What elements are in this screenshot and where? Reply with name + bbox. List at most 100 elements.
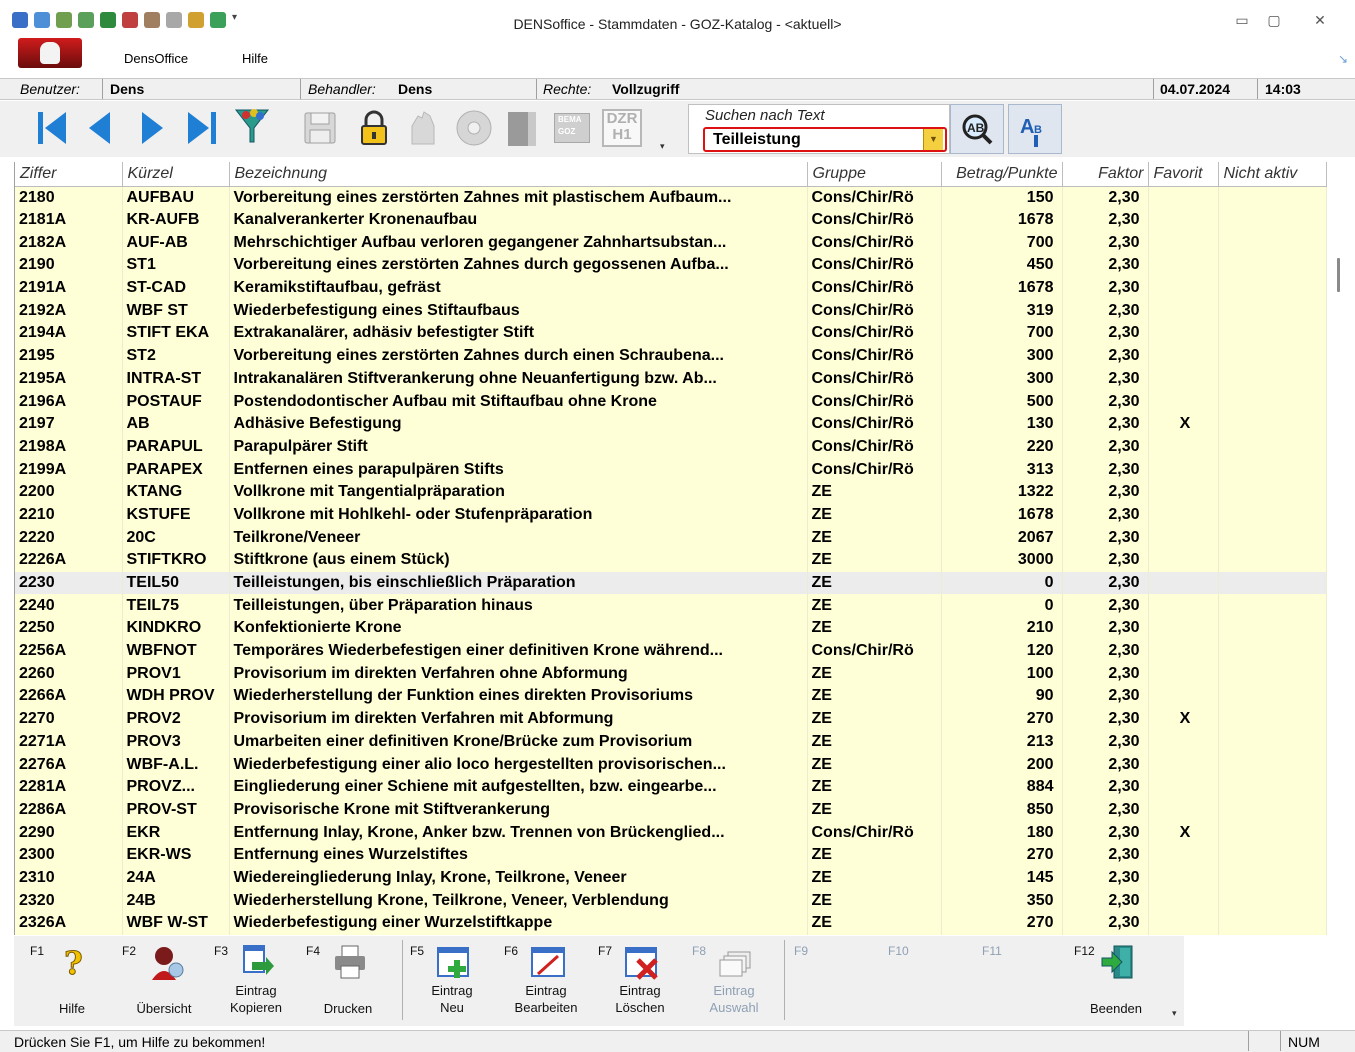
cell-favorit[interactable] bbox=[1148, 775, 1219, 799]
f1-help-button[interactable]: F1 ? Hilfe bbox=[26, 936, 118, 1024]
cell-nicht-aktiv[interactable] bbox=[1218, 730, 1327, 754]
cell-kuerzel[interactable]: PROV1 bbox=[122, 662, 230, 686]
cell-ziffer[interactable]: 2192A bbox=[15, 299, 123, 323]
cell-betrag[interactable]: 450 bbox=[941, 254, 1063, 277]
cell-gruppe[interactable]: ZE bbox=[807, 798, 942, 822]
table-row[interactable]: 2226A STIFTKRO Stiftkrone (aus einem Stück… bbox=[15, 549, 1327, 572]
cell-bezeichnung[interactable]: Wiederbefestigung eines Stiftaufbaus bbox=[229, 299, 808, 323]
cell-betrag[interactable]: 270 bbox=[941, 843, 1063, 867]
f6-edit-entry-button[interactable]: F6 Eintrag Bearbeiten bbox=[500, 936, 592, 1024]
cell-gruppe[interactable]: ZE bbox=[807, 662, 942, 686]
cell-kuerzel[interactable]: EKR-WS bbox=[122, 843, 230, 867]
cell-nicht-aktiv[interactable] bbox=[1218, 526, 1327, 549]
cell-faktor[interactable]: 2,30 bbox=[1062, 730, 1149, 754]
cell-betrag[interactable]: 319 bbox=[941, 299, 1063, 323]
cell-kuerzel[interactable]: AUF-AB bbox=[122, 231, 230, 255]
table-row[interactable]: 2198A PARAPUL Parapulpärer Stift Cons/Chir/… bbox=[15, 435, 1327, 459]
cell-betrag[interactable]: 2067 bbox=[941, 526, 1063, 549]
cell-gruppe[interactable]: Cons/Chir/Rö bbox=[807, 458, 942, 481]
cell-betrag[interactable]: 850 bbox=[941, 798, 1063, 822]
cell-ziffer[interactable]: 2181A bbox=[15, 208, 123, 232]
cell-betrag[interactable]: 1678 bbox=[941, 503, 1063, 527]
cell-bezeichnung[interactable]: Kanalverankerter Kronenaufbau bbox=[229, 208, 808, 232]
table-row[interactable]: 2256A WBFNOT Temporäres Wiederbefestigen e… bbox=[15, 639, 1327, 663]
cell-ziffer[interactable]: 2199A bbox=[15, 458, 123, 481]
cell-bezeichnung[interactable]: Mehrschichtiger Aufbau verloren gegangen… bbox=[229, 231, 808, 255]
cell-kuerzel[interactable]: PROV3 bbox=[122, 730, 230, 754]
cell-favorit[interactable] bbox=[1148, 889, 1219, 912]
fkeys-overflow-icon[interactable]: ▾ bbox=[1172, 1008, 1177, 1019]
table-row[interactable]: 2182A AUF-AB Mehrschichtiger Aufbau verlor… bbox=[15, 231, 1327, 255]
cell-faktor[interactable]: 2,30 bbox=[1062, 186, 1149, 209]
cell-betrag[interactable]: 0 bbox=[941, 594, 1063, 618]
cell-kuerzel[interactable]: KTANG bbox=[122, 480, 230, 504]
cell-betrag[interactable]: 270 bbox=[941, 707, 1063, 731]
cell-favorit[interactable] bbox=[1148, 526, 1219, 549]
cell-bezeichnung[interactable]: Vollkrone mit Tangentialpräparation bbox=[229, 480, 808, 504]
disc-button[interactable] bbox=[452, 105, 496, 151]
cell-faktor[interactable]: 2,30 bbox=[1062, 254, 1149, 277]
table-row[interactable]: 2281A PROVZ... Eingliederung einer Schiene… bbox=[15, 775, 1327, 799]
cell-ziffer[interactable]: 2191A bbox=[15, 276, 123, 300]
table-row[interactable]: 2199A PARAPEX Entfernen eines parapulpären… bbox=[15, 458, 1327, 481]
cell-bezeichnung[interactable]: Vorbereitung eines zerstörten Zahnes dur… bbox=[229, 344, 808, 368]
search-text-button[interactable]: AB bbox=[950, 104, 1004, 154]
cell-favorit[interactable] bbox=[1148, 344, 1219, 368]
cell-nicht-aktiv[interactable] bbox=[1218, 594, 1327, 618]
table-row[interactable]: 2220 20C Teilkrone/Veneer ZE 2067 2,30 bbox=[15, 526, 1327, 549]
cell-betrag[interactable]: 150 bbox=[941, 186, 1063, 209]
cell-faktor[interactable]: 2,30 bbox=[1062, 526, 1149, 549]
cell-gruppe[interactable]: ZE bbox=[807, 866, 942, 890]
save-button[interactable] bbox=[298, 105, 342, 151]
cell-ziffer[interactable]: 2182A bbox=[15, 231, 123, 255]
cell-betrag[interactable]: 120 bbox=[941, 639, 1063, 663]
cell-ziffer[interactable]: 2200 bbox=[15, 480, 123, 504]
cell-betrag[interactable]: 300 bbox=[941, 344, 1063, 368]
f9-button[interactable]: F9 bbox=[790, 936, 882, 1024]
cell-kuerzel[interactable]: WBF-A.L. bbox=[122, 753, 230, 776]
cell-kuerzel[interactable]: POSTAUF bbox=[122, 390, 230, 413]
cell-favorit[interactable] bbox=[1148, 866, 1219, 890]
table-row[interactable]: 2270 PROV2 Provisorium im direkten Verfahr… bbox=[15, 707, 1327, 731]
cell-bezeichnung[interactable]: Provisorium im direkten Verfahren ohne A… bbox=[229, 662, 808, 686]
maximize-button[interactable]: ▢ bbox=[1262, 12, 1286, 29]
last-record-button[interactable] bbox=[180, 105, 224, 151]
ribbon-expand-icon[interactable]: ↘ bbox=[1338, 52, 1348, 66]
cell-favorit[interactable] bbox=[1148, 322, 1219, 345]
cell-bezeichnung[interactable]: Entfernung eines Wurzelstiftes bbox=[229, 843, 808, 867]
cell-nicht-aktiv[interactable] bbox=[1218, 685, 1327, 708]
cell-betrag[interactable]: 1678 bbox=[941, 208, 1063, 232]
cell-kuerzel[interactable]: WDH PROV bbox=[122, 685, 230, 708]
cell-ziffer[interactable]: 2210 bbox=[15, 503, 123, 527]
cell-bezeichnung[interactable]: Extrakanalärer, adhäsiv befestigter Stif… bbox=[229, 322, 808, 345]
cell-ziffer[interactable]: 2197 bbox=[15, 412, 123, 436]
table-row[interactable]: 2197 AB Adhäsive Befestigung Cons/Chir/Rö 13… bbox=[15, 412, 1327, 436]
cell-ziffer[interactable]: 2270 bbox=[15, 707, 123, 731]
cell-betrag[interactable]: 3000 bbox=[941, 549, 1063, 572]
cell-gruppe[interactable]: ZE bbox=[807, 503, 942, 527]
cell-betrag[interactable]: 1322 bbox=[941, 480, 1063, 504]
cell-ziffer[interactable]: 2240 bbox=[15, 594, 123, 618]
cell-betrag[interactable]: 700 bbox=[941, 322, 1063, 345]
cell-kuerzel[interactable]: TEIL75 bbox=[122, 594, 230, 618]
cell-bezeichnung[interactable]: Wiederbefestigung einer alio loco herges… bbox=[229, 753, 808, 776]
cell-favorit[interactable] bbox=[1148, 231, 1219, 255]
cell-kuerzel[interactable]: WBF W-ST bbox=[122, 912, 230, 935]
filter-button[interactable] bbox=[230, 105, 274, 151]
cell-betrag[interactable]: 200 bbox=[941, 753, 1063, 776]
cell-bezeichnung[interactable]: Vorbereitung eines zerstörten Zahnes dur… bbox=[229, 254, 808, 277]
cell-gruppe[interactable]: ZE bbox=[807, 617, 942, 640]
column-header-betrag[interactable]: Betrag/Punkte bbox=[941, 162, 1063, 187]
cell-kuerzel[interactable]: AB bbox=[122, 412, 230, 436]
cell-nicht-aktiv[interactable] bbox=[1218, 344, 1327, 368]
cell-kuerzel[interactable]: WBF ST bbox=[122, 299, 230, 323]
cell-favorit[interactable] bbox=[1148, 571, 1219, 595]
cell-kuerzel[interactable]: 24A bbox=[122, 866, 230, 890]
cell-nicht-aktiv[interactable] bbox=[1218, 367, 1327, 391]
cell-bezeichnung[interactable]: Provisorische Krone mit Stiftverankerung bbox=[229, 798, 808, 822]
cell-favorit[interactable] bbox=[1148, 276, 1219, 300]
table-row[interactable]: 2266A WDH PROV Wiederherstellung der Funkt… bbox=[15, 685, 1327, 708]
cell-gruppe[interactable]: Cons/Chir/Rö bbox=[807, 821, 942, 844]
cell-ziffer[interactable]: 2326A bbox=[15, 912, 123, 935]
cell-gruppe[interactable]: Cons/Chir/Rö bbox=[807, 208, 942, 232]
